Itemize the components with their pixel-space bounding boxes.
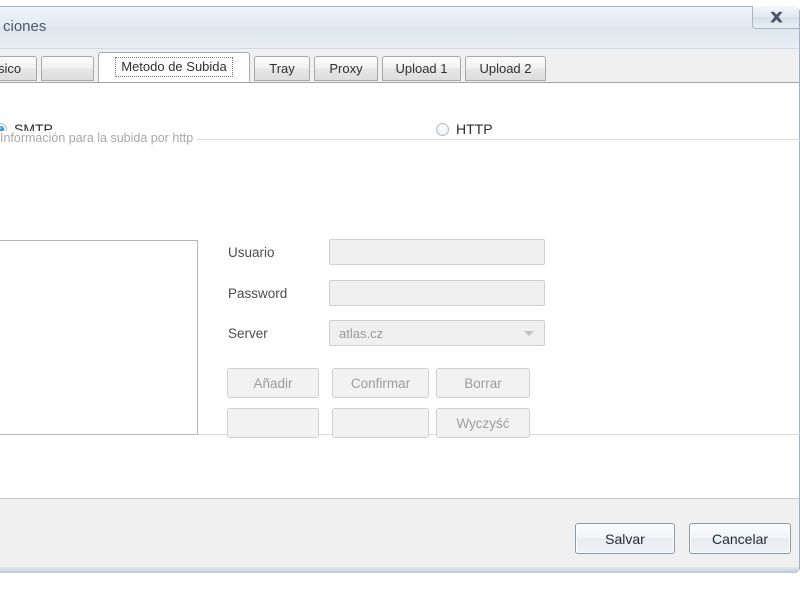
- tab-tray[interactable]: Tray: [254, 56, 310, 81]
- tab-upload-1[interactable]: Upload 1: [382, 56, 461, 81]
- options-dialog-window: ciones ásico Metodo de Subida Tray Proxy…: [0, 6, 800, 573]
- tab-upload-2[interactable]: Upload 2: [465, 56, 546, 81]
- radio-http-mark: [436, 122, 449, 136]
- tab-label: Upload 2: [479, 61, 532, 76]
- button-label: Wyczyść: [456, 415, 510, 431]
- close-button[interactable]: [752, 6, 799, 29]
- server-combobox[interactable]: atlas.cz: [329, 320, 545, 346]
- wyczysc-button[interactable]: Wyczyść: [436, 408, 530, 438]
- tab-label: Tray: [269, 61, 295, 76]
- confirmar-button[interactable]: Confirmar: [332, 368, 429, 398]
- tab-page-metodo-de-subida: SMTP HTTP Información para la subida por…: [0, 83, 800, 498]
- usuario-label: Usuario: [228, 245, 275, 260]
- cancelar-button[interactable]: Cancelar: [689, 523, 791, 554]
- radio-http-label: HTTP: [456, 121, 493, 137]
- radio-http[interactable]: HTTP: [436, 121, 493, 137]
- blank-button-1[interactable]: [227, 408, 319, 438]
- button-label: Confirmar: [350, 375, 411, 391]
- usuario-input[interactable]: [329, 239, 545, 265]
- tab-label: Metodo de Subida: [115, 57, 233, 77]
- chevron-down-icon: [524, 331, 534, 336]
- tab-label: Upload 1: [395, 61, 448, 76]
- tab-strip: ásico Metodo de Subida Tray Proxy Upload…: [0, 49, 799, 83]
- tab-blank[interactable]: [41, 56, 94, 81]
- server-label: Server: [228, 326, 268, 341]
- button-label: Añadir: [253, 375, 293, 391]
- tab-metodo-de-subida[interactable]: Metodo de Subida: [98, 52, 250, 82]
- titlebar[interactable]: ciones: [0, 6, 799, 49]
- blank-button-2[interactable]: [332, 408, 429, 438]
- borrar-button[interactable]: Borrar: [436, 368, 530, 398]
- anadir-button[interactable]: Añadir: [227, 368, 319, 398]
- password-label: Password: [228, 286, 288, 301]
- http-info-groupbox-title: Información para la subida por http: [0, 131, 198, 145]
- tab-proxy[interactable]: Proxy: [314, 56, 378, 81]
- password-input[interactable]: [329, 280, 545, 306]
- tab-label: Proxy: [329, 61, 363, 76]
- accounts-listbox[interactable]: [0, 240, 198, 435]
- button-label: Cancelar: [711, 530, 769, 547]
- tab-basico[interactable]: ásico: [0, 56, 37, 81]
- salvar-button[interactable]: Salvar: [575, 523, 675, 554]
- button-label: Borrar: [464, 375, 502, 391]
- dialog-footer: Salvar Cancelar: [0, 498, 799, 573]
- button-label: Salvar: [605, 530, 645, 547]
- tab-label: ásico: [0, 61, 22, 76]
- window-title: ciones: [3, 18, 47, 35]
- server-combobox-value: atlas.cz: [339, 325, 384, 341]
- close-x-icon: [769, 11, 784, 24]
